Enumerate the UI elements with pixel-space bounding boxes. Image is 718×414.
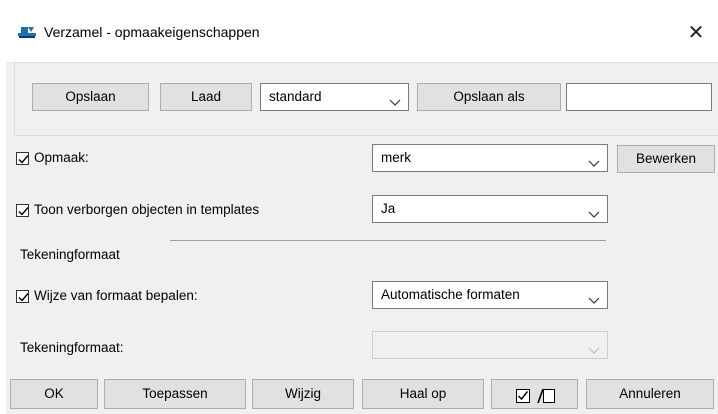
opmaak-checkbox[interactable]: [16, 152, 29, 165]
check-toggle-button[interactable]: [491, 379, 578, 409]
window-title: Verzamel - opmaakeigenschappen: [44, 24, 260, 40]
save-as-button[interactable]: Opslaan als: [417, 83, 561, 111]
apply-button[interactable]: Toepassen: [104, 379, 246, 409]
wijze-select[interactable]: Automatische formaten: [372, 281, 608, 309]
section-title: Tekeningformaat: [20, 247, 120, 262]
toon-verborgen-label: Toon verborgen objecten in templates: [34, 202, 260, 217]
close-icon[interactable]: ✕: [674, 14, 718, 50]
get-button[interactable]: Haal op: [362, 379, 484, 409]
chevron-down-icon: [587, 152, 601, 167]
modify-button[interactable]: Wijzig: [252, 379, 354, 409]
toon-verborgen-checkbox[interactable]: [16, 204, 29, 217]
wijze-checkbox[interactable]: [16, 290, 29, 303]
chevron-down-icon: [587, 289, 601, 304]
check-toggle-icon: [516, 387, 556, 408]
wijze-label: Wijze van formaat bepalen:: [34, 288, 198, 303]
edit-button[interactable]: Bewerken: [617, 145, 715, 173]
load-button[interactable]: Laad: [160, 83, 252, 111]
chevron-down-icon: [587, 339, 601, 354]
preset-select[interactable]: standard: [260, 83, 409, 111]
preset-select-value: standard: [269, 89, 322, 104]
chevron-down-icon: [587, 203, 601, 218]
formaat-label: Tekeningformaat:: [20, 340, 124, 355]
toon-verborgen-select-value: Ja: [381, 201, 396, 216]
cancel-button[interactable]: Annuleren: [586, 379, 714, 409]
save-button[interactable]: Opslaan: [32, 83, 149, 111]
preset-group: Opslaan Laad standard Opslaan als: [14, 62, 718, 136]
dialog-body: Opslaan Laad standard Opslaan als Opmaak…: [6, 62, 718, 414]
wijze-select-value: Automatische formaten: [381, 287, 520, 302]
toon-verborgen-select[interactable]: Ja: [372, 195, 608, 223]
opmaak-select-value: merk: [381, 150, 411, 165]
title-bar: Verzamel - opmaakeigenschappen ✕: [0, 0, 718, 62]
save-as-name-input[interactable]: [566, 83, 712, 111]
opmaak-label: Opmaak:: [34, 150, 89, 165]
ok-button[interactable]: OK: [10, 379, 98, 409]
formaat-select[interactable]: [372, 331, 608, 359]
opmaak-select[interactable]: merk: [372, 144, 608, 172]
chevron-down-icon: [388, 91, 402, 106]
section-divider: [170, 240, 606, 241]
app-icon: [18, 24, 38, 38]
